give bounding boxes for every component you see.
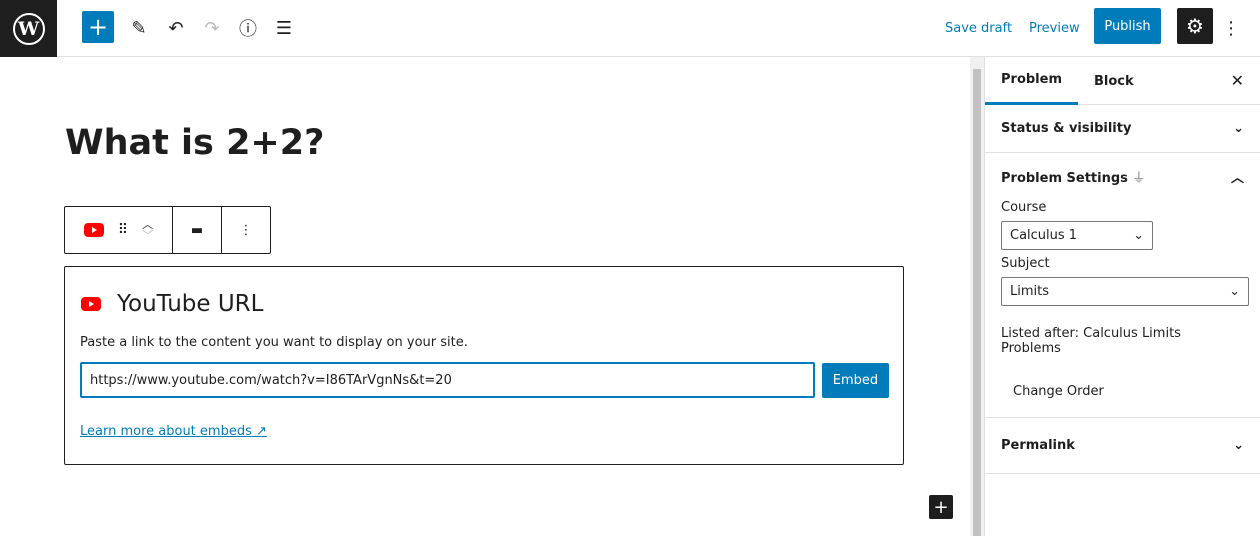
add-block-button[interactable]: + (82, 11, 114, 43)
preview-button[interactable]: Preview (1029, 10, 1080, 46)
embed-title: YouTube URL (117, 291, 264, 317)
course-select[interactable]: Calculus 1 ⌄ (1001, 221, 1153, 250)
redo-icon[interactable]: ↷ (196, 10, 228, 46)
youtube-icon (81, 297, 101, 311)
scrollbar-thumb[interactable] (973, 69, 981, 536)
wordpress-logo[interactable]: W (0, 0, 57, 57)
post-title[interactable]: What is 2+2? (65, 123, 324, 163)
youtube-embed-block: YouTube URL Paste a link to the content … (64, 266, 904, 465)
list-view-icon[interactable]: ☰ (268, 10, 300, 46)
panel-title: Permalink (1001, 438, 1075, 453)
subject-value: Limits (1010, 284, 1049, 299)
info-icon[interactable]: ⓘ (232, 10, 264, 46)
subject-label: Subject (1001, 256, 1050, 271)
listed-after-text: Listed after: Calculus Limits Problems (1001, 326, 1181, 356)
course-value: Calculus 1 (1010, 228, 1078, 243)
learn-more-link[interactable]: Learn more about embeds ↗ (80, 424, 267, 439)
embed-button[interactable]: Embed (822, 363, 889, 398)
problem-settings-panel[interactable]: Problem Settings ⏚ ︿ (1001, 153, 1244, 200)
url-input[interactable]: https://www.youtube.com/watch?v=I86TArVg… (80, 362, 815, 398)
add-block-inline-button[interactable]: + (929, 495, 953, 519)
editor-canvas: What is 2+2? ⠿ ︿ ﹀ ▬ ⋮ YouTube URL Paste … (0, 57, 970, 536)
more-options-icon[interactable]: ⋮ (1215, 10, 1247, 46)
align-icon[interactable]: ▬ (173, 207, 222, 253)
plugin-icon: ⏚ (1132, 171, 1146, 186)
undo-icon[interactable]: ↶ (160, 10, 192, 46)
status-visibility-panel[interactable]: Status & visibility ⌄ (1001, 105, 1244, 152)
top-toolbar: W + ✎ ↶ ↷ ⓘ ☰ Save draft Preview Publish… (0, 0, 1260, 57)
close-icon[interactable]: ✕ (1231, 71, 1244, 90)
tab-block[interactable]: Block (1078, 57, 1150, 105)
subject-select[interactable]: Limits ⌄ (1001, 277, 1249, 306)
scrollbar[interactable] (970, 57, 984, 536)
settings-sidebar: Problem Block ✕ Status & visibility ⌄ Pro… (984, 57, 1260, 536)
block-options-icon[interactable]: ⋮ (222, 207, 270, 253)
chevron-down-icon: ⌄ (1133, 228, 1144, 243)
settings-gear-icon[interactable]: ⚙ (1177, 8, 1213, 44)
pencil-icon[interactable]: ✎ (123, 10, 155, 46)
block-toolbar: ⠿ ︿ ﹀ ▬ ⋮ (64, 206, 271, 254)
learn-more-text[interactable]: Learn more about embeds (80, 424, 252, 439)
save-draft-button[interactable]: Save draft (945, 10, 1012, 46)
permalink-panel[interactable]: Permalink ⌄ (1001, 418, 1244, 473)
move-up-down-icon[interactable]: ︿ ﹀ (142, 219, 153, 241)
wordpress-icon: W (12, 12, 45, 45)
tab-problem[interactable]: Problem (985, 57, 1078, 105)
course-label: Course (1001, 200, 1047, 215)
chevron-down-icon: ⌄ (1229, 284, 1240, 299)
embed-description: Paste a link to the content you want to … (80, 335, 468, 350)
external-link-icon: ↗ (256, 424, 267, 439)
publish-button[interactable]: Publish (1094, 8, 1161, 44)
chevron-down-icon: ⌄ (1233, 121, 1244, 136)
youtube-icon[interactable] (83, 223, 104, 237)
panel-title: Status & visibility (1001, 121, 1132, 136)
change-order-button[interactable]: Change Order (1013, 384, 1244, 399)
drag-handle-icon[interactable]: ⠿ (118, 222, 128, 238)
chevron-down-icon: ⌄ (1233, 438, 1244, 453)
panel-title: Problem Settings (1001, 171, 1128, 186)
chevron-up-icon: ︿ (1230, 171, 1244, 186)
